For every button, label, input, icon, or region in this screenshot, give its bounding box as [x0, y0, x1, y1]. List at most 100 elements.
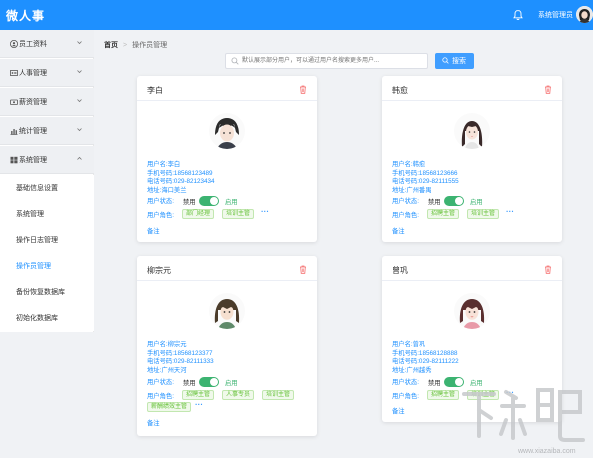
- user-address: 地址:海口美兰: [147, 186, 187, 194]
- user-note[interactable]: 备注: [147, 418, 160, 427]
- menu-label: 统计管理: [19, 128, 47, 135]
- user-tel: 电话号码:029-82111333: [147, 358, 214, 365]
- user-status-label: 用户状态:: [392, 198, 419, 205]
- submenu-operator-management[interactable]: 操作员管理: [0, 253, 94, 279]
- user-card-name: 柳宗元: [147, 266, 171, 275]
- search-box: [225, 53, 428, 69]
- submenu-label: 基础信息设置: [16, 185, 58, 192]
- watermark-logo: www.xiazaiba.com: [462, 388, 585, 455]
- user-tel: 电话号码:029-82111222: [392, 358, 459, 365]
- user-avatar: [209, 113, 245, 149]
- chevron-down-icon: [77, 128, 82, 132]
- user-info: 用户名:柳宗元 手机号码:18568123377 电话号码:029-821113…: [147, 341, 214, 375]
- role-tag: 培训主管: [262, 390, 295, 400]
- user-note[interactable]: 备注: [147, 226, 160, 235]
- menu-label: 员工资料: [19, 41, 47, 48]
- user-roles-label: 用户角色:: [392, 212, 419, 219]
- search-button[interactable]: 搜索: [435, 53, 474, 69]
- user-avatar[interactable]: [576, 6, 593, 23]
- bell-icon[interactable]: [512, 9, 524, 21]
- trash-icon[interactable]: [299, 85, 307, 94]
- user-status-row: 用户状态: 禁用 启用: [147, 377, 238, 387]
- user-tel: 电话号码:029-82111555: [392, 178, 459, 185]
- enabled-label: 启用: [225, 380, 238, 387]
- menu-label: 薪资管理: [19, 99, 47, 106]
- breadcrumb-current: 操作员管理: [132, 42, 168, 49]
- user-card-name: 曾巩: [392, 266, 408, 275]
- role-tag: 人事专员: [222, 390, 255, 400]
- user-status-row: 用户状态: 禁用 启用: [147, 196, 238, 206]
- user-note[interactable]: 备注: [392, 226, 405, 235]
- user-username: 用户名:李白: [147, 161, 181, 168]
- sidebar: 员工资料 人事管理 薪资管理 统计管理 系统管理 基础信息设置 系统管理 操作日…: [0, 30, 94, 458]
- menu-employee-info[interactable]: 员工资料: [0, 30, 94, 58]
- user-roles-label: 用户角色:: [147, 212, 174, 219]
- user-status-toggle[interactable]: [199, 377, 219, 387]
- disabled-label: 禁用: [183, 199, 196, 206]
- user-address: 地址:广州天河: [147, 366, 187, 374]
- menu-label: 系统管理: [19, 157, 47, 164]
- user-info: 用户名:曾巩 手机号码:18568128888 电话号码:029-8211122…: [392, 341, 459, 375]
- more-roles-button[interactable]: ···: [506, 207, 514, 216]
- submenu-operation-log[interactable]: 操作日志管理: [0, 227, 94, 253]
- user-avatar: [454, 293, 490, 329]
- chevron-up-icon: [77, 156, 82, 160]
- user-tel: 电话号码:029-82123434: [147, 178, 215, 185]
- user-status-label: 用户状态:: [392, 379, 419, 386]
- user-roles-row: 用户角色: 招聘主管 培训主管 ···: [392, 207, 552, 220]
- submenu-system[interactable]: 系统管理: [0, 201, 94, 227]
- menu-label: 人事管理: [19, 70, 47, 77]
- role-tag: 招聘主管: [427, 390, 460, 400]
- submenu-label: 备份恢复数据库: [16, 289, 65, 296]
- user-note[interactable]: 备注: [392, 406, 405, 415]
- more-roles-button[interactable]: ···: [261, 207, 269, 216]
- user-phone: 手机号码:18568128888: [392, 349, 458, 357]
- user-circle-icon: [10, 40, 18, 48]
- trash-icon[interactable]: [544, 85, 552, 94]
- trash-icon[interactable]: [544, 265, 552, 274]
- breadcrumb-home[interactable]: 首页: [104, 42, 118, 49]
- search-input[interactable]: [242, 55, 424, 67]
- user-status-toggle[interactable]: [444, 196, 464, 206]
- id-card-icon: [10, 70, 18, 76]
- watermark-url: www.xiazaiba.com: [517, 448, 576, 455]
- menu-system-management[interactable]: 系统管理: [0, 146, 94, 174]
- sidebar-empty-area: [0, 332, 94, 458]
- submenu-label: 系统管理: [16, 211, 44, 218]
- search-button-label: 搜索: [452, 58, 466, 65]
- card-divider: [382, 100, 562, 101]
- user-card-name: 韩愈: [392, 86, 408, 95]
- role-tag: 招聘主管: [427, 209, 460, 219]
- submenu-label: 操作员管理: [16, 263, 51, 270]
- search-icon: [442, 57, 449, 64]
- user-avatar: [209, 293, 245, 329]
- submenu-init-database[interactable]: 初始化数据库: [0, 305, 94, 331]
- search-icon: [231, 57, 239, 65]
- menu-statistics[interactable]: 统计管理: [0, 117, 94, 145]
- role-tag: 招聘主管: [182, 390, 215, 400]
- enabled-label: 启用: [225, 199, 238, 206]
- top-bar: 微人事 系统管理员: [0, 0, 593, 30]
- windows-icon: [10, 156, 18, 164]
- trash-icon[interactable]: [299, 265, 307, 274]
- breadcrumb: 首页 > 操作员管理: [104, 40, 167, 50]
- user-address: 地址:广州番禺: [392, 186, 432, 194]
- role-tag: 培训主管: [222, 209, 255, 219]
- user-status-row: 用户状态: 禁用 启用: [392, 196, 483, 206]
- submenu-basic-info[interactable]: 基础信息设置: [0, 175, 94, 201]
- user-status-row: 用户状态: 禁用 启用: [392, 377, 483, 387]
- menu-salary-management[interactable]: 薪资管理: [0, 88, 94, 116]
- app-title: 微人事: [6, 9, 46, 23]
- user-roles-label: 用户角色:: [147, 393, 174, 400]
- user-status-toggle[interactable]: [199, 196, 219, 206]
- submenu-backup-restore[interactable]: 备份恢复数据库: [0, 279, 94, 305]
- user-card: 李白 用户名:李白 手机号码:18568123489 电话号码:029-8212…: [137, 76, 317, 242]
- user-card: 韩愈 用户名:韩愈 手机号码:18568123666 电话号码:029-8211…: [382, 76, 562, 242]
- more-roles-button[interactable]: ···: [195, 400, 203, 409]
- menu-hr-management[interactable]: 人事管理: [0, 59, 94, 87]
- user-phone: 手机号码:18568123489: [147, 169, 213, 177]
- user-phone: 手机号码:18568123666: [392, 169, 458, 177]
- user-username: 用户名:韩愈: [392, 161, 426, 168]
- role-tag: 薪酬绩效主管: [147, 402, 192, 412]
- current-user-name[interactable]: 系统管理员: [538, 10, 573, 20]
